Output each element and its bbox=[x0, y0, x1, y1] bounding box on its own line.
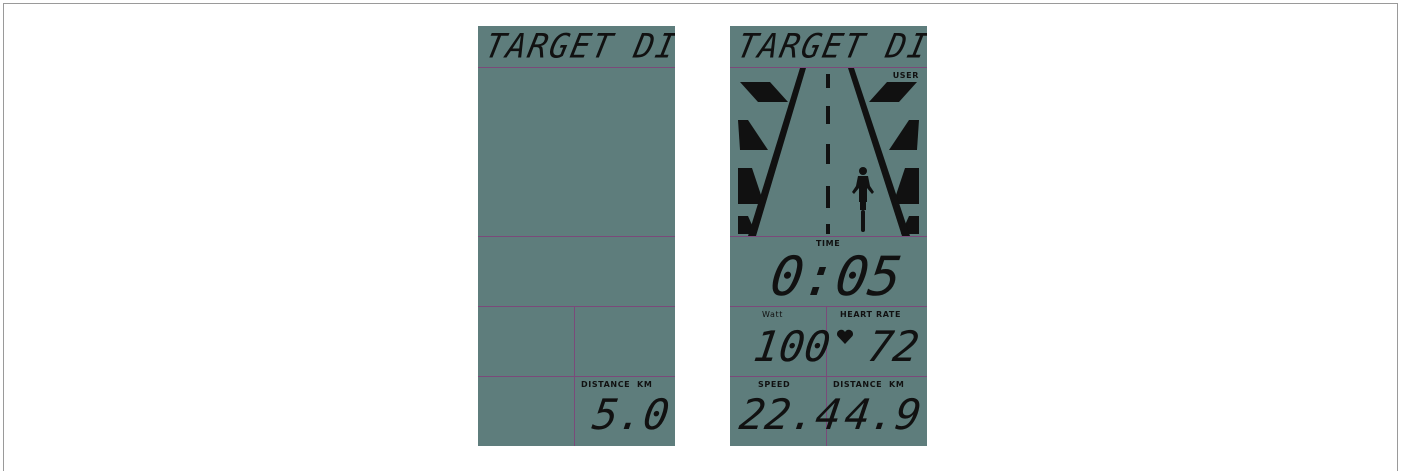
right-lcd-display: TARGET DIST USER TIME 0:05 Watt 100 HEAR… bbox=[730, 26, 927, 446]
heart-rate-label: HEART RATE bbox=[840, 310, 902, 319]
distance-unit: KM bbox=[637, 380, 653, 389]
road-chevron bbox=[869, 82, 917, 102]
road-scene bbox=[738, 68, 919, 236]
heart-rate-value: 72 bbox=[865, 322, 923, 371]
road-chevron bbox=[740, 82, 788, 102]
distance-label: DISTANCE KM bbox=[833, 380, 905, 389]
divider bbox=[478, 236, 675, 237]
divider bbox=[478, 306, 675, 307]
time-value: 0:05 bbox=[766, 245, 906, 308]
lane-dash bbox=[826, 106, 830, 124]
divider bbox=[574, 306, 575, 446]
screenshot-frame bbox=[3, 3, 1398, 471]
divider bbox=[478, 67, 675, 68]
watt-label: Watt bbox=[762, 310, 783, 319]
distance-value: 4.9 bbox=[841, 390, 925, 439]
divider bbox=[730, 376, 927, 377]
cyclist-icon bbox=[852, 167, 874, 232]
distance-unit: KM bbox=[889, 380, 905, 389]
divider bbox=[478, 376, 675, 377]
lane-dash bbox=[826, 224, 830, 234]
distance-label: DISTANCE KM bbox=[581, 380, 653, 389]
divider bbox=[730, 236, 927, 237]
lane-dash bbox=[826, 186, 830, 208]
distance-value: 5.0 bbox=[589, 390, 673, 439]
speed-value: 22.4 bbox=[736, 390, 845, 439]
lane-dash bbox=[826, 144, 830, 164]
heart-icon bbox=[837, 329, 853, 344]
display-title: TARGET DIST bbox=[481, 26, 675, 66]
lane-dash bbox=[826, 74, 830, 88]
road-chevron bbox=[738, 120, 768, 150]
road-chevron bbox=[889, 120, 919, 150]
watt-value: 100 bbox=[750, 322, 834, 371]
left-lcd-display: TARGET DIST DISTANCE KM 5.0 bbox=[478, 26, 675, 446]
speed-label: SPEED bbox=[758, 380, 791, 389]
display-title: TARGET DIST bbox=[733, 26, 927, 66]
